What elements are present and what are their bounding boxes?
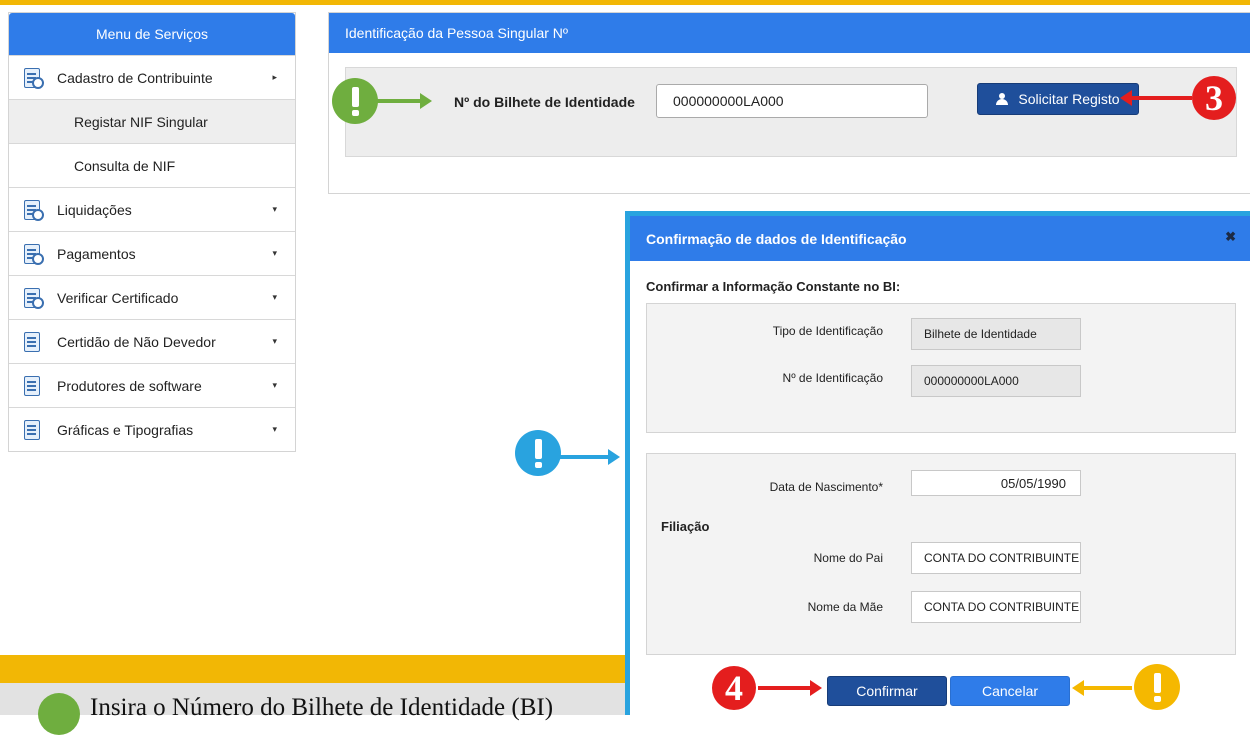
sidebar-item-produtores[interactable]: Produtores de software ▾: [9, 363, 295, 407]
bi-form-box: Nº do Bilhete de Identidade 000000000LA0…: [345, 67, 1237, 157]
caret-down-icon: ▾: [272, 336, 277, 346]
confirm-instruction: Confirmar a Informação Constante no BI:: [646, 279, 901, 294]
user-icon: [996, 93, 1009, 105]
sidebar-subitem-registar-nif[interactable]: Registar NIF Singular: [9, 99, 295, 143]
certificate-icon: [21, 287, 44, 309]
bi-number-label: Nº do Bilhete de Identidade: [454, 94, 635, 110]
bottom-instruction-text: Insira o Número do Bilhete de Identidade…: [90, 694, 554, 721]
filiacao-heading: Filiação: [661, 519, 710, 534]
sidebar-item-certidao[interactable]: Certidão de Não Devedor ▾: [9, 319, 295, 363]
services-sidebar: Menu de Serviços Cadastro de Contribuint…: [8, 12, 296, 452]
close-icon[interactable]: ✖: [1225, 229, 1236, 245]
document-search-icon: [21, 199, 44, 221]
sidebar-item-label: Pagamentos: [57, 245, 136, 262]
num-identificacao-label: Nº de Identificação: [782, 371, 883, 385]
green-arrow: [376, 93, 432, 109]
cancelar-button[interactable]: Cancelar: [950, 676, 1070, 706]
step-4-badge: 4: [712, 666, 756, 710]
yellow-exclamation-callout: [1134, 664, 1180, 710]
green-exclamation-callout-small: [38, 693, 80, 735]
sidebar-item-pagamentos[interactable]: Pagamentos ▾: [9, 231, 295, 275]
green-exclamation-callout: [332, 78, 378, 124]
confirmation-modal: Confirmação de dados de Identificação ✖ …: [625, 211, 1250, 715]
top-accent-bar: [0, 0, 1250, 5]
sidebar-item-liquidacoes[interactable]: Liquidações ▾: [9, 187, 295, 231]
data-nascimento-input[interactable]: 05/05/1990: [911, 470, 1081, 496]
checked-document-icon: [21, 331, 43, 353]
caret-down-icon: ▾: [272, 204, 277, 214]
document-search-icon: [21, 67, 44, 89]
bottom-accent-band: [0, 655, 640, 683]
confirmar-button[interactable]: Confirmar: [827, 676, 947, 706]
nome-pai-input[interactable]: CONTA DO CONTRIBUINTE: [911, 542, 1081, 574]
bi-number-input[interactable]: 000000000LA000: [656, 84, 928, 118]
modal-title-bar: Confirmação de dados de Identificação ✖: [630, 216, 1250, 261]
red-arrow-step4: [758, 680, 822, 696]
id-info-box: Tipo de Identificação Bilhete de Identid…: [646, 303, 1236, 433]
caret-down-icon: ▾: [272, 248, 277, 258]
sidebar-item-label: Cadastro de Contribuinte: [57, 69, 213, 86]
blue-exclamation-callout: [515, 430, 561, 476]
step-3-badge: 3: [1192, 76, 1236, 120]
yellow-arrow: [1072, 680, 1132, 696]
printing-document-icon: [21, 419, 43, 441]
num-identificacao-field: 000000000LA000: [911, 365, 1081, 397]
modal-title: Confirmação de dados de Identificação: [646, 230, 907, 247]
solicitar-registo-label: Solicitar Registo: [1018, 91, 1120, 107]
document-search-icon: [21, 243, 44, 265]
sidebar-item-label: Produtores de software: [57, 377, 202, 394]
data-nascimento-label: Data de Nascimento*: [769, 480, 883, 494]
identification-panel: Identificação da Pessoa Singular Nº Nº d…: [328, 12, 1250, 194]
sidebar-header: Menu de Serviços: [9, 13, 295, 55]
sidebar-item-label: Certidão de Não Devedor: [57, 333, 216, 350]
blue-arrow: [558, 449, 620, 465]
spreadsheet-icon: [21, 375, 43, 397]
nome-mae-label: Nome da Mãe: [807, 600, 883, 614]
caret-down-icon: ▾: [272, 380, 277, 390]
tipo-identificacao-label: Tipo de Identificação: [772, 324, 883, 338]
sidebar-item-label: Verificar Certificado: [57, 289, 179, 306]
nome-pai-label: Nome do Pai: [813, 551, 883, 565]
caret-right-icon: ▸: [272, 72, 277, 82]
caret-down-icon: ▾: [272, 424, 277, 434]
sidebar-item-cadastro[interactable]: Cadastro de Contribuinte ▸: [9, 55, 295, 99]
sidebar-item-label: Gráficas e Tipografias: [57, 421, 194, 438]
personal-info-box: Data de Nascimento* 05/05/1990 Filiação …: [646, 453, 1236, 655]
caret-down-icon: ▾: [272, 292, 277, 302]
tipo-identificacao-field: Bilhete de Identidade: [911, 318, 1081, 350]
nome-mae-input[interactable]: CONTA DO CONTRIBUINTE: [911, 591, 1081, 623]
sidebar-item-graficas[interactable]: Gráficas e Tipografias ▾: [9, 407, 295, 451]
red-arrow-step3: [1120, 90, 1192, 106]
sidebar-subitem-consulta-nif[interactable]: Consulta de NIF: [9, 143, 295, 187]
solicitar-registo-button[interactable]: Solicitar Registo: [977, 83, 1139, 115]
sidebar-item-verificar-certificado[interactable]: Verificar Certificado ▾: [9, 275, 295, 319]
panel-title: Identificação da Pessoa Singular Nº: [329, 13, 1250, 53]
sidebar-item-label: Liquidações: [57, 201, 132, 218]
